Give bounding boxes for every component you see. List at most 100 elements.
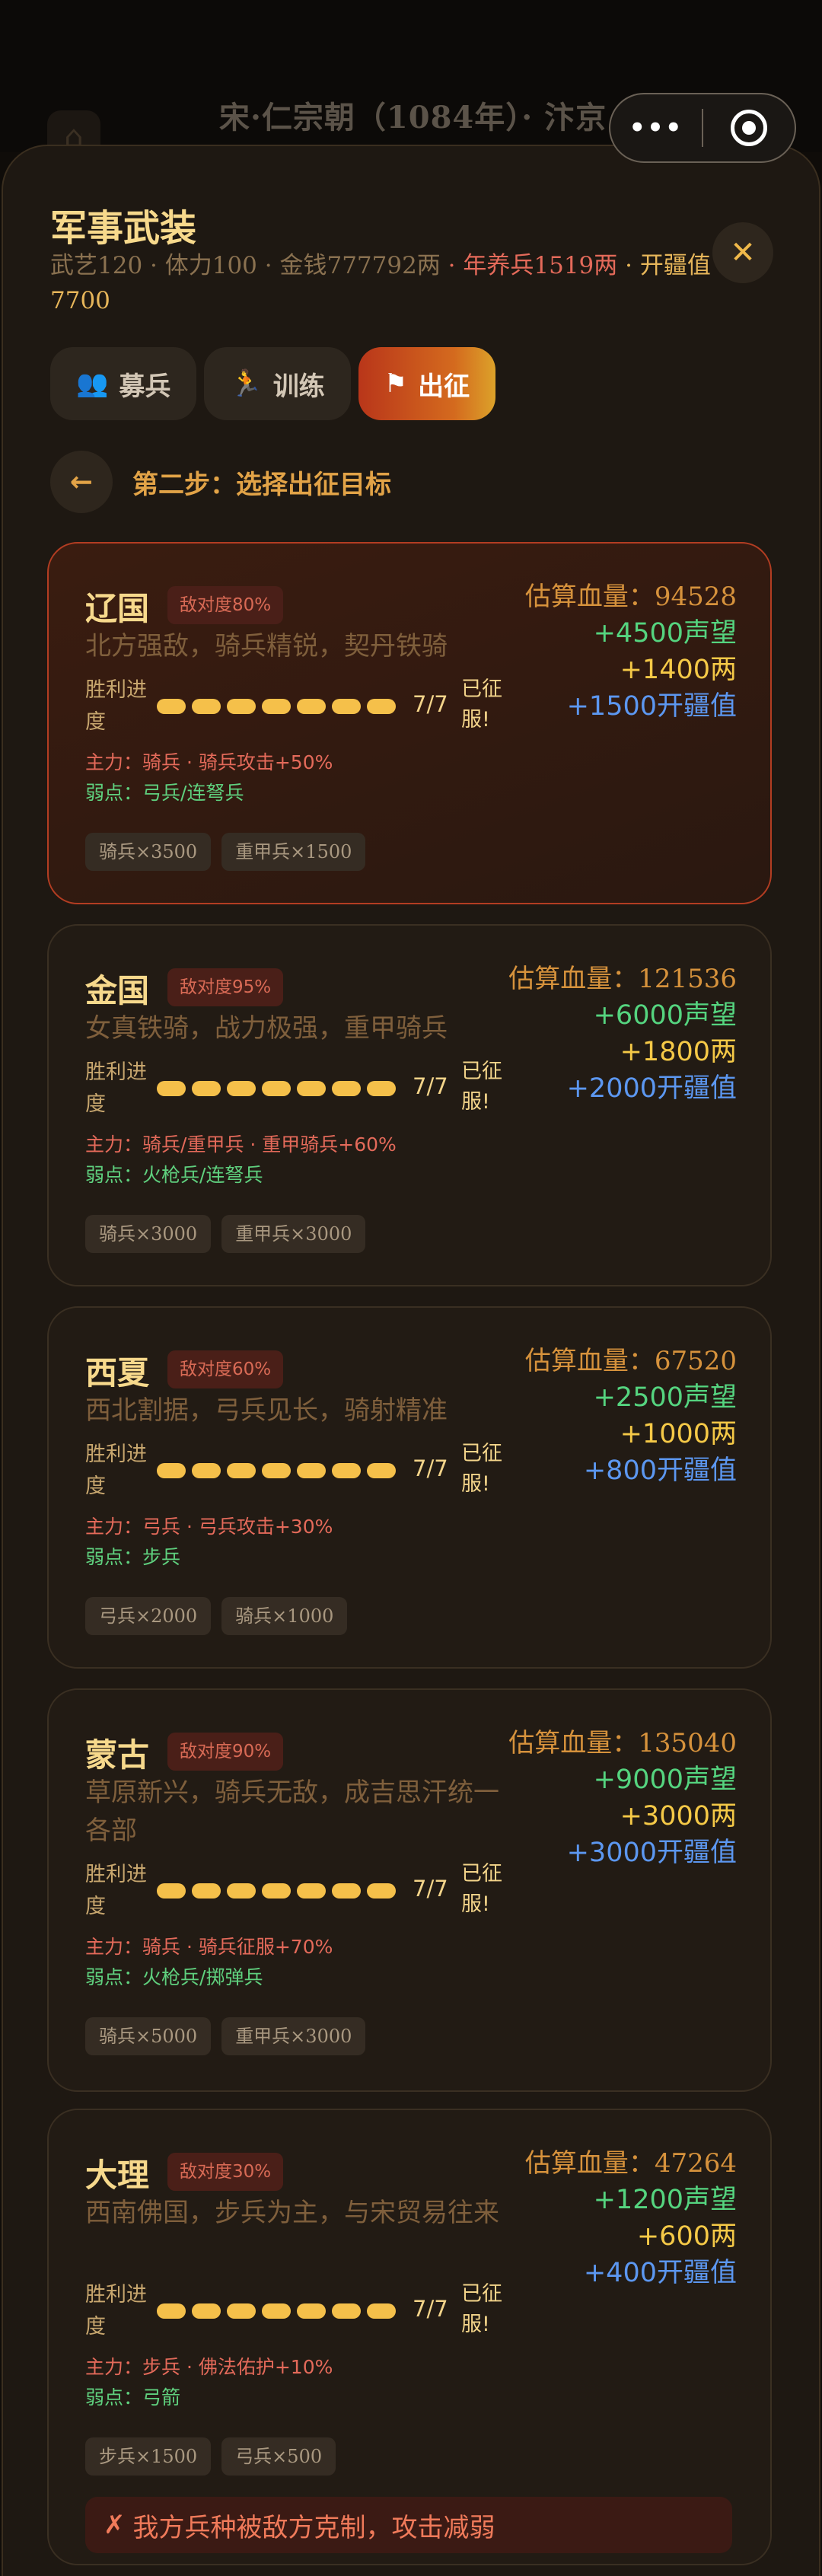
target-description: 西南佛国，步兵为主，与宋贸易往来 <box>85 2198 499 2228</box>
hostility-badge: 敌对度30% <box>167 2153 284 2191</box>
tab-train[interactable]: 🏃 训练 <box>204 347 351 420</box>
progress-label: 胜利进度 <box>85 1060 147 1116</box>
reward-reputation: +9000声望 <box>593 1765 737 1795</box>
progress-segment <box>262 2303 291 2319</box>
progress-segment <box>262 699 291 714</box>
progress-segment <box>262 1081 291 1096</box>
target-description: 女真铁骑，战力极强，重甲骑兵 <box>85 1013 448 1044</box>
stat-upkeep: 年养兵1519两 <box>463 252 618 279</box>
stat-martial: 武艺120 <box>50 252 143 279</box>
reward-summary: 估算血量：67520 +2500声望 +1000两 +800开疆值 <box>525 1343 737 1489</box>
progress-segment <box>367 699 396 714</box>
weakness: 弱点：弓兵/连弩兵 <box>85 782 244 804</box>
progress-label: 胜利进度 <box>85 1443 147 1498</box>
reward-territory: +1500开疆值 <box>566 691 737 722</box>
progress-segment <box>367 1081 396 1096</box>
target-card-3[interactable]: 蒙古 敌对度90% 草原新兴，骑兵无敌，成吉思汗统一各部 估算血量：135040… <box>47 1688 772 2092</box>
reward-reputation: +6000声望 <box>593 1000 737 1031</box>
target-name: 西夏 <box>85 1354 150 1392</box>
stat-money: 金钱777792两 <box>279 252 441 279</box>
hostility-badge: 敌对度80% <box>167 586 284 624</box>
progress-bar <box>157 1081 396 1096</box>
troop-chip: 重甲兵×3000 <box>221 2017 366 2055</box>
running-icon: 🏃 <box>230 368 263 399</box>
hostility-badge: 敌对度90% <box>167 1733 284 1771</box>
main-force: 主力：骑兵 · 骑兵攻击+50% <box>85 751 333 773</box>
target-card-4[interactable]: 大理 敌对度30% 西南佛国，步兵为主，与宋贸易往来 估算血量：47264 +1… <box>47 2109 772 2565</box>
progress-segment <box>192 2303 221 2319</box>
reward-gold: +1400两 <box>620 655 737 685</box>
progress-segment <box>297 1883 326 1899</box>
tab-recruit[interactable]: 👥 募兵 <box>50 347 197 420</box>
reward-summary: 估算血量：121536 +6000声望 +1800两 +2000开疆值 <box>508 961 737 1107</box>
reward-gold: +1800两 <box>620 1037 737 1067</box>
progress-bar <box>157 1883 396 1899</box>
weakness: 弱点：步兵 <box>85 1546 181 1568</box>
close-miniprogram-icon[interactable] <box>703 110 795 146</box>
reward-gold: +3000两 <box>620 1801 737 1832</box>
progress-segment <box>157 1883 186 1899</box>
progress-bar <box>157 2303 396 2319</box>
more-icon[interactable]: ••• <box>610 113 702 143</box>
troop-chip: 弓兵×500 <box>221 2437 336 2476</box>
weakness: 弱点：火枪兵/掷弹兵 <box>85 1966 263 1988</box>
progress-segment <box>332 1463 361 1478</box>
close-icon[interactable]: ✕ <box>712 222 773 283</box>
page-title: 宋·仁宗朝（1084年）· 汴京 <box>219 100 607 135</box>
progress-segment <box>157 2303 186 2319</box>
progress-bar <box>157 1463 396 1478</box>
troop-chip: 重甲兵×1500 <box>221 833 366 871</box>
estimated-hp: 估算血量：135040 <box>508 1728 737 1758</box>
progress-segment <box>227 699 256 714</box>
progress-label: 胜利进度 <box>85 678 147 734</box>
progress-segment <box>332 2303 361 2319</box>
progress-segment <box>297 2303 326 2319</box>
progress-count: 7/7 <box>413 691 448 717</box>
progress-segment <box>297 1081 326 1096</box>
sheet-title: 军事武装 <box>50 207 197 250</box>
progress-label: 胜利进度 <box>85 2283 147 2338</box>
progress-segment <box>367 1463 396 1478</box>
back-arrow-icon[interactable]: ← <box>50 451 113 513</box>
weakness: 弱点：弓箭 <box>85 2386 181 2409</box>
target-description: 西北割据，弓兵见长，骑射精准 <box>85 1395 448 1426</box>
progress-segment <box>227 1463 256 1478</box>
reward-gold: +1000两 <box>620 1419 737 1449</box>
progress-segment <box>192 699 221 714</box>
reward-summary: 估算血量：135040 +9000声望 +3000两 +3000开疆值 <box>508 1725 737 1871</box>
estimated-hp: 估算血量：121536 <box>508 964 737 994</box>
target-name: 蒙古 <box>85 1736 150 1774</box>
reward-territory: +800开疆值 <box>583 1455 737 1486</box>
progress-segment <box>192 1463 221 1478</box>
target-name: 金国 <box>85 972 150 1009</box>
target-card-0[interactable]: 辽国 敌对度80% 北方强敌，骑兵精锐，契丹铁骑 估算血量：94528 +450… <box>47 542 772 904</box>
target-name: 大理 <box>85 2157 150 2194</box>
conquered-label: 已征服! <box>461 2282 502 2336</box>
reward-gold: +600两 <box>636 2221 737 2252</box>
troop-list: 弓兵×2000 骑兵×1000 <box>85 1597 348 1635</box>
cross-icon: ✗ <box>104 2510 126 2540</box>
target-card-2[interactable]: 西夏 敌对度60% 西北割据，弓兵见长，骑射精准 估算血量：67520 +250… <box>47 1306 772 1669</box>
progress-segment <box>367 2303 396 2319</box>
tab-bar: 👥 募兵 🏃 训练 ⚑ 出征 <box>50 347 496 420</box>
troop-list: 骑兵×3500 重甲兵×1500 <box>85 833 366 871</box>
progress-segment <box>332 1081 361 1096</box>
troop-list: 步兵×1500 弓兵×500 <box>85 2437 336 2476</box>
weakness: 弱点：火枪兵/连弩兵 <box>85 1164 263 1186</box>
step-header: ← 第二步：选择出征目标 <box>50 451 391 513</box>
progress-label: 胜利进度 <box>85 1863 147 1918</box>
tab-expedition[interactable]: ⚑ 出征 <box>358 347 496 420</box>
progress-segment <box>157 699 186 714</box>
progress-segment <box>192 1883 221 1899</box>
target-card-1[interactable]: 金国 敌对度95% 女真铁骑，战力极强，重甲骑兵 估算血量：121536 +60… <box>47 924 772 1286</box>
troop-chip: 骑兵×1000 <box>221 1597 348 1635</box>
progress-count: 7/7 <box>413 1455 448 1481</box>
reward-reputation: +1200声望 <box>593 2185 737 2215</box>
troop-chip: 骑兵×3000 <box>85 1215 212 1253</box>
progress-segment <box>227 1081 256 1096</box>
hostility-badge: 敌对度95% <box>167 968 284 1006</box>
estimated-hp: 估算血量：94528 <box>524 582 737 612</box>
conquered-label: 已征服! <box>461 677 502 732</box>
estimated-hp: 估算血量：47264 <box>524 2148 737 2179</box>
progress-segment <box>332 1883 361 1899</box>
